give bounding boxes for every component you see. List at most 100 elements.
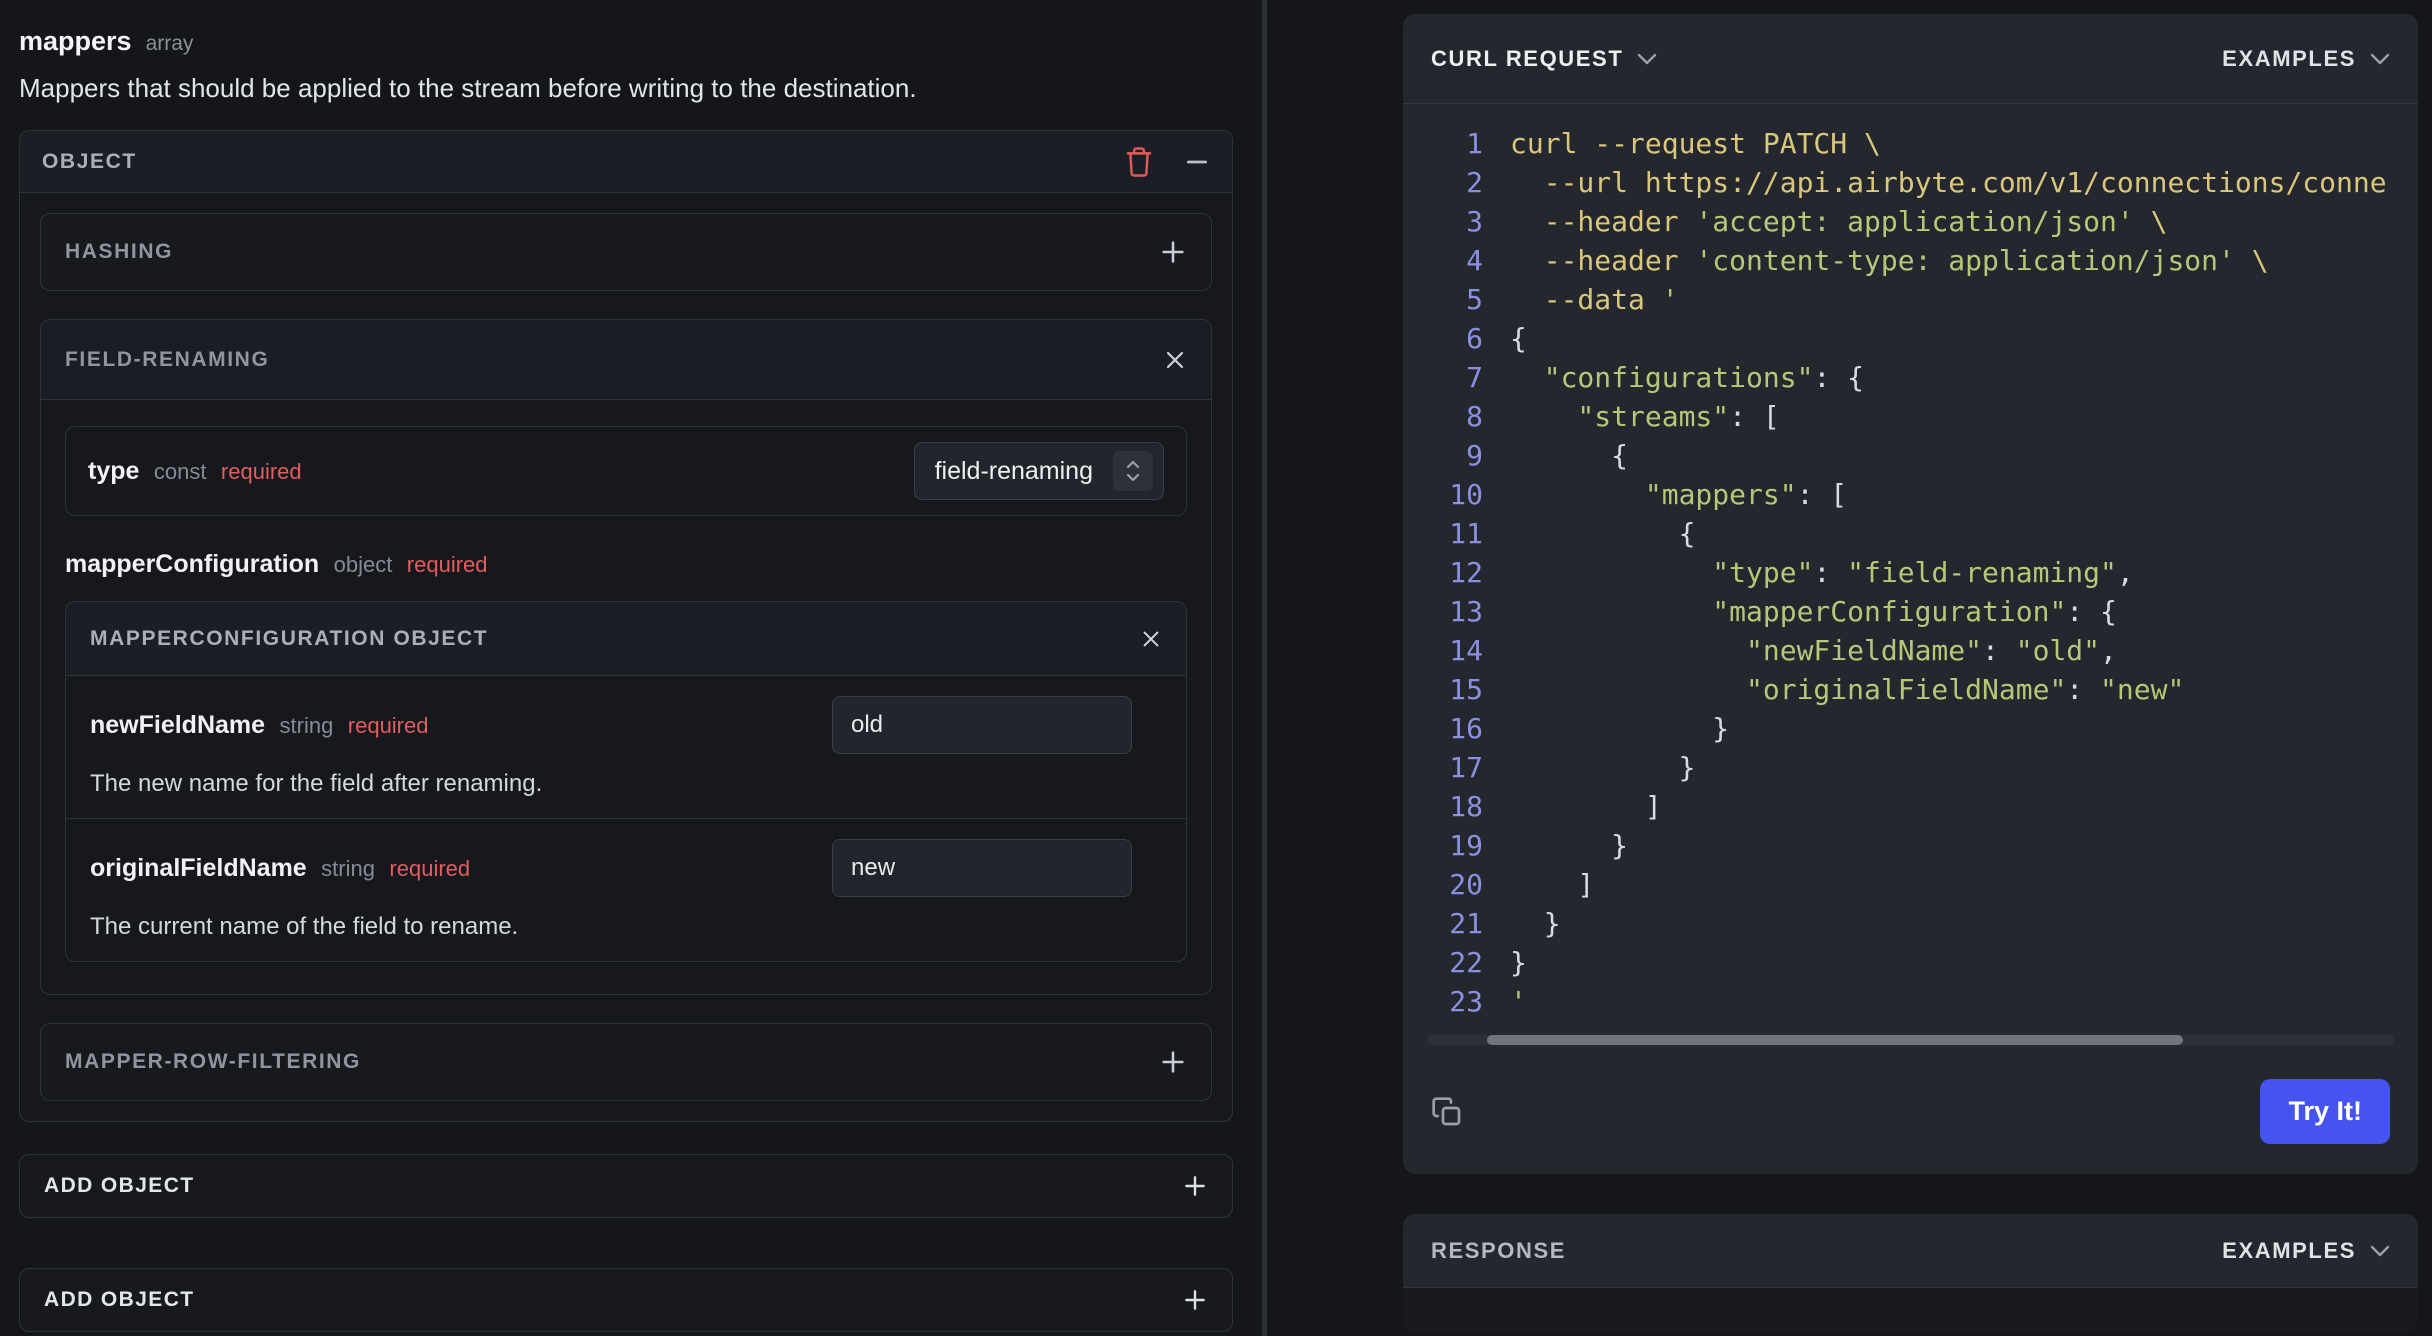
code-line: 22} xyxy=(1403,943,2418,982)
mapper-configuration-card: MAPPERCONFIGURATION OBJECT newFieldName xyxy=(65,601,1187,962)
line-number: 4 xyxy=(1466,244,1483,277)
param-description: Mappers that should be applied to the st… xyxy=(19,73,917,103)
new-field-name-input[interactable] xyxy=(832,696,1132,754)
code-line: 19 } xyxy=(1403,826,2418,865)
type-select[interactable]: field-renaming xyxy=(913,442,1164,500)
curl-panel-header: CURL REQUEST EXAMPLES xyxy=(1403,14,2418,104)
copy-code-button[interactable] xyxy=(1431,1096,1463,1128)
param-type-badge: array xyxy=(145,32,194,55)
mapper-configuration-title: MAPPERCONFIGURATION OBJECT xyxy=(90,626,489,650)
new-field-name-description: The new name for the field after renamin… xyxy=(90,770,543,797)
mapper-configuration-kind: object xyxy=(333,552,393,577)
delete-object-button[interactable] xyxy=(1124,146,1154,178)
close-field-renaming-button[interactable] xyxy=(1163,348,1187,372)
response-panel: RESPONSE EXAMPLES xyxy=(1403,1214,2418,1333)
line-number: 14 xyxy=(1449,634,1483,667)
add-object-inner-plus-icon xyxy=(1182,1173,1208,1199)
new-field-name-kind: string xyxy=(279,712,334,738)
examples-label: EXAMPLES xyxy=(2222,45,2356,71)
code-line: 11 { xyxy=(1403,514,2418,553)
line-number: 5 xyxy=(1466,283,1483,316)
type-property-row: type const required field-renaming xyxy=(65,426,1187,516)
code-line: 13 "mapperConfiguration": { xyxy=(1403,592,2418,631)
hashing-option[interactable]: HASHING xyxy=(40,213,1212,291)
curl-request-dropdown[interactable]: CURL REQUEST xyxy=(1431,46,1657,72)
response-body xyxy=(1403,1287,2418,1333)
line-number: 8 xyxy=(1466,400,1483,433)
response-panel-header: RESPONSE EXAMPLES xyxy=(1403,1214,2418,1287)
line-number: 19 xyxy=(1449,829,1483,862)
add-object-outer-label: ADD OBJECT xyxy=(44,1288,195,1311)
type-select-value: field-renaming xyxy=(934,456,1093,485)
array-item-object-card: OBJECT HASHING FIELD-RENAMING type const… xyxy=(19,130,1233,1122)
line-number: 6 xyxy=(1466,322,1483,355)
chevron-down-icon xyxy=(2370,53,2390,65)
original-field-name: originalFieldName xyxy=(90,853,307,882)
type-required-badge: required xyxy=(220,458,302,484)
code-line: 10 "mappers": [ xyxy=(1403,475,2418,514)
code-line: 20 ] xyxy=(1403,865,2418,904)
object-card-title: OBJECT xyxy=(42,149,137,173)
code-line: 18 ] xyxy=(1403,787,2418,826)
line-number: 23 xyxy=(1449,985,1483,1018)
curl-panel-footer: Try It! xyxy=(1403,1055,2418,1174)
curl-request-title: CURL REQUEST xyxy=(1431,45,1624,71)
line-number: 21 xyxy=(1449,907,1483,940)
original-field-name-group: originalFieldName string required The cu… xyxy=(66,819,1186,961)
line-number: 17 xyxy=(1449,751,1483,784)
mapper-row-filtering-option[interactable]: MAPPER-ROW-FILTERING xyxy=(40,1023,1212,1101)
mapper-configuration-label-row: mapperConfiguration object required xyxy=(65,550,1187,579)
field-renaming-label: FIELD-RENAMING xyxy=(65,347,270,371)
original-field-name-label: originalFieldName string required xyxy=(90,854,470,883)
code-line: 14 "newFieldName": "old", xyxy=(1403,631,2418,670)
original-field-name-row: originalFieldName string required xyxy=(90,839,1162,897)
response-examples-label: EXAMPLES xyxy=(2222,1237,2356,1263)
code-lines: 1 curl --request PATCH \ 2 --url https://a… xyxy=(1403,124,2418,1021)
mapper-configuration-header: MAPPERCONFIGURATION OBJECT xyxy=(66,602,1186,676)
curl-request-panel: CURL REQUEST EXAMPLES 1 curl --request PA… xyxy=(1403,14,2418,1174)
response-title: RESPONSE xyxy=(1431,1237,1567,1263)
select-stepper-icon xyxy=(1113,451,1153,491)
mapper-configuration-required-badge: required xyxy=(406,552,488,577)
code-line: 17 } xyxy=(1403,748,2418,787)
api-reference-page: mappers array Mappers that should be app… xyxy=(0,0,2432,1336)
add-object-button-inner[interactable]: ADD OBJECT xyxy=(19,1154,1233,1218)
line-number: 18 xyxy=(1449,790,1483,823)
param-name: mappers xyxy=(19,26,132,56)
field-renaming-body: type const required field-renaming mappe… xyxy=(41,400,1211,994)
add-object-button-outer[interactable]: ADD OBJECT xyxy=(19,1268,1233,1332)
expand-hashing-button[interactable] xyxy=(1159,238,1187,266)
code-line: 9 { xyxy=(1403,436,2418,475)
line-number: 1 xyxy=(1466,127,1483,160)
line-number: 12 xyxy=(1449,556,1483,589)
collapse-object-button[interactable] xyxy=(1184,149,1210,175)
try-it-button[interactable]: Try It! xyxy=(2260,1079,2390,1144)
code-line: 2 --url https://api.airbyte.com/v1/conne… xyxy=(1403,163,2418,202)
code-pane: CURL REQUEST EXAMPLES 1 curl --request PA… xyxy=(1267,0,2432,1336)
line-number: 11 xyxy=(1449,517,1483,550)
add-object-inner-label: ADD OBJECT xyxy=(44,1174,195,1197)
code-line: 4 --header 'content-type: application/js… xyxy=(1403,241,2418,280)
code-line: 23 ' xyxy=(1403,982,2418,1021)
param-title-row: mappers array xyxy=(19,26,1233,57)
chevron-down-icon xyxy=(1637,53,1657,65)
original-field-name-input[interactable] xyxy=(832,839,1132,897)
code-line: 6{ xyxy=(1403,319,2418,358)
scrollbar-thumb[interactable] xyxy=(1487,1035,2184,1045)
field-renaming-card: FIELD-RENAMING type const required field… xyxy=(40,319,1212,995)
line-number: 16 xyxy=(1449,712,1483,745)
object-card-actions xyxy=(1124,146,1210,178)
type-kind: const xyxy=(153,458,207,484)
response-examples-dropdown[interactable]: EXAMPLES xyxy=(2222,1238,2390,1264)
line-number: 3 xyxy=(1466,205,1483,238)
code-line: 16 } xyxy=(1403,709,2418,748)
object-card-body: HASHING FIELD-RENAMING type const requir… xyxy=(20,193,1232,1121)
expand-mapper-row-filtering-button[interactable] xyxy=(1159,1048,1187,1076)
original-field-name-description: The current name of the field to rename. xyxy=(90,913,519,940)
new-field-name-group: newFieldName string required The new nam… xyxy=(66,676,1186,818)
examples-dropdown[interactable]: EXAMPLES xyxy=(2222,46,2390,72)
new-field-name-required-badge: required xyxy=(347,712,429,738)
code-line: 12 "type": "field-renaming", xyxy=(1403,553,2418,592)
close-mapper-configuration-button[interactable] xyxy=(1140,628,1162,650)
code-horizontal-scrollbar[interactable] xyxy=(1427,1035,2394,1045)
